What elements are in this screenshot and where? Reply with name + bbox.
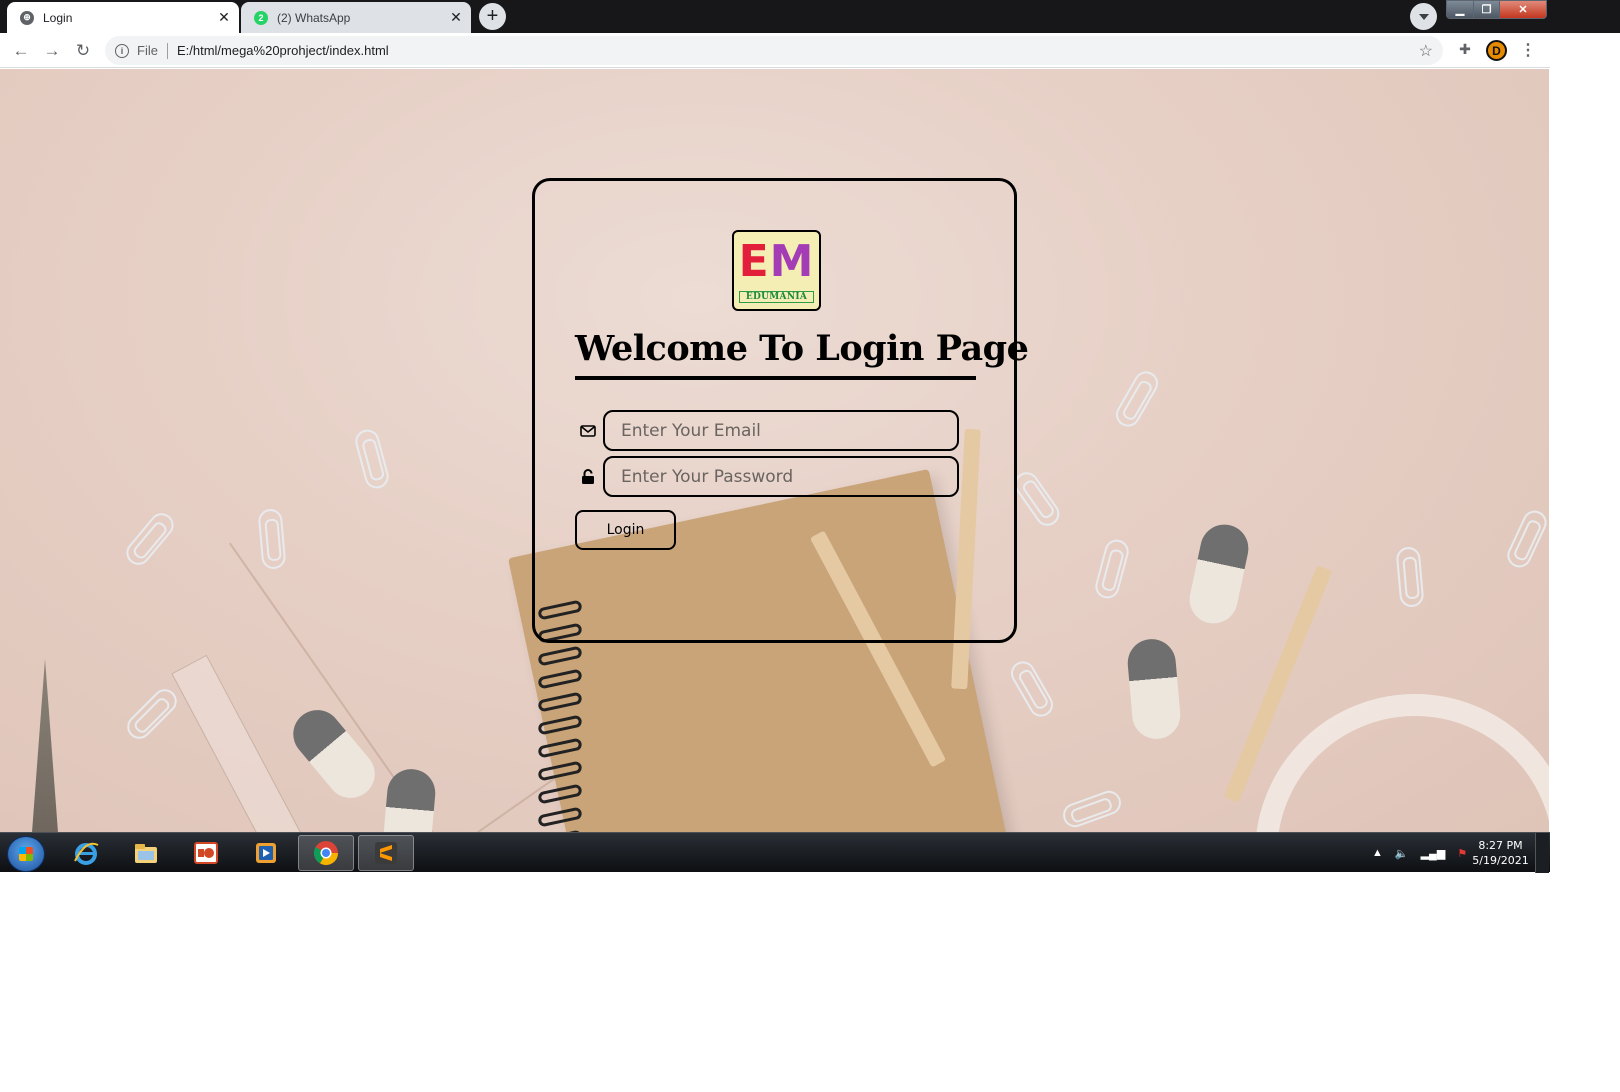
email-input[interactable] [603, 410, 959, 451]
menu-kebab-icon[interactable]: ⋮ [1519, 40, 1537, 60]
paperclip-decoration [1503, 506, 1549, 572]
scissors-decoration [30, 659, 60, 832]
logo-letter-e: E [738, 236, 770, 287]
chrome-icon[interactable] [298, 835, 354, 871]
paperclip-decoration [1111, 367, 1163, 431]
windows-taskbar: ▲ 🔈 ▂▄▆ ⚑ 8:27 PM 5/19/2021 [0, 832, 1550, 873]
extensions-puzzle-icon[interactable]: ✚ [1456, 41, 1474, 59]
paperclip-decoration [121, 508, 179, 570]
clock-date: 5/19/2021 [1472, 854, 1529, 867]
media-player-icon[interactable] [238, 835, 294, 871]
new-tab-button[interactable]: + [479, 3, 506, 30]
eraser-decoration [380, 767, 438, 832]
logo-letters: EM [734, 237, 819, 287]
paperclip-decoration [1059, 787, 1125, 831]
login-card: EM EDUMANIA Welcome To Login Page Login [532, 178, 1029, 643]
forward-arrow-icon[interactable]: → [41, 40, 63, 62]
close-tab-icon[interactable]: ✕ [447, 9, 465, 26]
network-signal-icon[interactable]: ▂▄▆ [1421, 847, 1446, 860]
logo-letter-m: M [769, 236, 815, 287]
paperclip-decoration [122, 684, 182, 744]
tab-title: Login [43, 10, 73, 25]
paperclip-decoration [1009, 467, 1065, 531]
globe-icon: ⊕ [20, 10, 34, 25]
address-bar[interactable]: i File E:/html/mega%20prohject/index.htm… [105, 36, 1443, 65]
taskbar-clock[interactable]: 8:27 PM 5/19/2021 [1468, 838, 1533, 868]
powerpoint-icon[interactable] [178, 835, 234, 871]
back-arrow-icon[interactable]: ← [10, 40, 32, 62]
tab-whatsapp[interactable]: 2 (2) WhatsApp ✕ [241, 2, 471, 33]
show-hidden-icons-icon[interactable]: ▲ [1372, 847, 1383, 859]
file-explorer-icon[interactable] [118, 835, 174, 871]
protractor-decoration [1255, 694, 1549, 832]
envelope-icon [579, 422, 597, 440]
info-icon[interactable]: i [115, 43, 129, 58]
paperclip-decoration [1092, 536, 1132, 602]
logo-wordmark: EDUMANIA [739, 291, 814, 303]
paperclip-decoration [1006, 657, 1058, 721]
lock-icon [579, 468, 597, 486]
sublime-text-icon[interactable] [358, 835, 414, 871]
volume-icon[interactable]: 🔈 [1395, 847, 1409, 860]
eraser-decoration [1185, 520, 1253, 628]
paperclip-decoration [1395, 546, 1425, 608]
eraser-decoration [1125, 637, 1183, 741]
minimize-button[interactable]: ▁ [1446, 0, 1474, 19]
action-center-flag-icon[interactable]: ⚑ [1457, 847, 1467, 860]
internet-explorer-icon[interactable] [58, 835, 114, 871]
page-background: EM EDUMANIA Welcome To Login Page Login [0, 69, 1549, 832]
browser-tab-bar: ⊕ Login ✕ 2 (2) WhatsApp ✕ + ▁ ❐ ✕ [0, 0, 1620, 33]
page-title: Welcome To Login Page [575, 327, 1029, 380]
show-desktop-button[interactable] [1535, 833, 1549, 873]
start-button[interactable] [7, 836, 45, 872]
address-divider [166, 42, 168, 59]
system-tray: ▲ 🔈 ▂▄▆ ⚑ [1372, 843, 1467, 863]
whatsapp-icon: 2 [254, 10, 268, 25]
address-scheme: File [137, 43, 158, 58]
profile-avatar[interactable]: D [1486, 40, 1507, 61]
tab-login[interactable]: ⊕ Login ✕ [7, 2, 239, 33]
tab-title: (2) WhatsApp [277, 10, 351, 25]
bookmark-star-icon[interactable]: ☆ [1419, 41, 1433, 61]
reload-icon[interactable]: ↻ [72, 40, 94, 62]
clock-time: 8:27 PM [1478, 839, 1523, 852]
chevron-down-icon [1418, 13, 1429, 20]
browser-toolbar: ← → ↻ i File E:/html/mega%20prohject/ind… [0, 33, 1550, 68]
password-input[interactable] [603, 456, 959, 497]
restore-button[interactable]: ❐ [1473, 0, 1500, 19]
address-url[interactable]: E:/html/mega%20prohject/index.html [177, 43, 1419, 58]
close-window-button[interactable]: ✕ [1499, 0, 1547, 19]
edumania-logo: EM EDUMANIA [732, 230, 821, 311]
tab-search-button[interactable] [1410, 3, 1437, 30]
login-button[interactable]: Login [575, 510, 676, 550]
close-tab-icon[interactable]: ✕ [215, 9, 233, 26]
